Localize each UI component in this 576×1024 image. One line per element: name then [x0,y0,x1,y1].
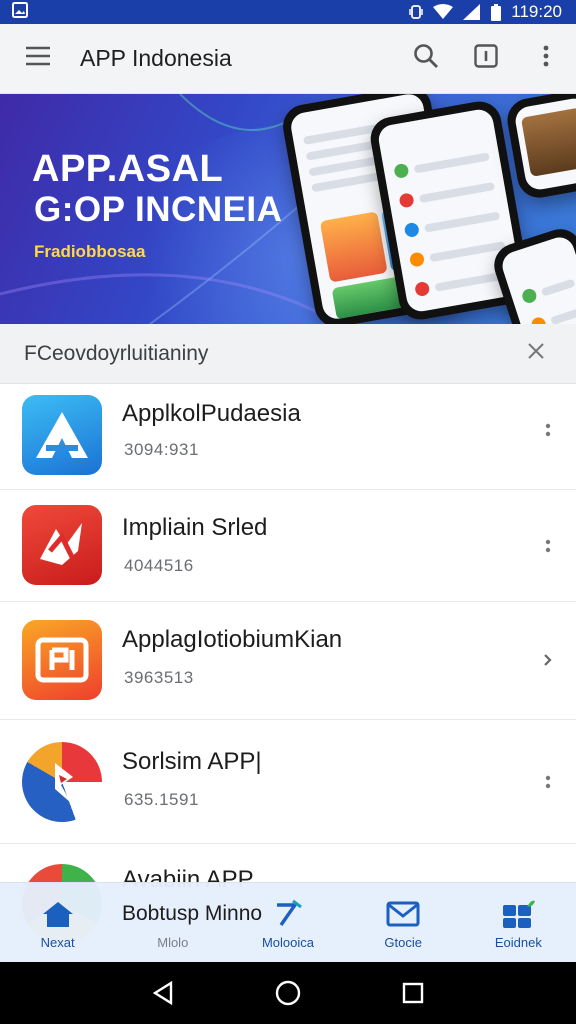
app-name: Sorlsim APP| [122,748,262,775]
app-list: ApplkolPudaesia 3094:931 Impliain Srled … [0,384,576,944]
menu-button[interactable] [16,37,60,81]
app-name: Impliain Srled [122,514,268,541]
signal-icon [463,4,481,20]
item-more-button[interactable] [530,764,566,800]
apps-icon [501,899,536,929]
recents-button[interactable] [389,969,437,1017]
app-download-count: 3094:931 [124,440,199,459]
pen-icon [271,899,305,929]
status-bar: 119:20 [0,0,576,24]
nav-label: Eoidnek [494,935,542,950]
back-button[interactable] [139,969,187,1017]
banner-title-line2: G:OP INCNEIA [34,190,283,229]
image-icon [12,1,28,23]
app-name: ApplagIotiobiumKian [122,626,343,653]
close-icon [528,343,544,364]
promo-banner[interactable]: APP.ASAL G:OP INCNEIA Fradiobbosaa [0,94,576,324]
section-title: FCeovdoyrluitianiny [24,341,209,365]
more-vert-icon [543,45,549,72]
app-name: ApplkolPudaesia [122,400,301,427]
a-logo-icon [22,395,102,475]
mail-icon [386,899,420,929]
item-more-button[interactable] [530,412,566,448]
recents-icon [403,982,424,1004]
list-item[interactable]: ApplkolPudaesia 3094:931 [0,384,576,490]
app-download-count: 4044516 [124,556,194,575]
vibrate-icon [409,4,424,20]
close-button[interactable] [520,338,552,370]
app-bar: APP Indonesia [0,24,576,94]
battery-icon [491,3,502,21]
nav-item-home[interactable]: Nexat [0,883,115,963]
nav-item-4[interactable]: Gtocie [346,883,461,963]
info-icon [474,44,498,73]
more-vert-icon [545,539,551,553]
app-download-count: 635.1591 [124,790,199,809]
back-icon [152,981,172,1005]
more-vert-icon [545,423,551,437]
more-vert-icon [545,775,551,789]
nav-label: Gtocie [384,935,422,950]
more-options-button[interactable] [524,37,568,81]
banner-title-line1: APP.ASAL [32,148,224,190]
page-title: APP Indonesia [80,45,232,71]
chevron-right-icon [544,654,552,666]
frame-logo-icon [22,620,102,700]
home-button[interactable] [264,969,312,1017]
list-item[interactable]: Impliain Srled 4044516 [0,490,576,602]
status-time: 119:20 [511,2,562,21]
info-button[interactable] [464,37,508,81]
splash-logo-icon [22,505,102,585]
search-icon [413,43,439,74]
system-navigation [0,962,576,1024]
nav-label: Mlolo [157,935,189,950]
search-button[interactable] [404,37,448,81]
flag-logo-icon [22,742,102,822]
app-download-count: 3963513 [124,668,194,687]
bottom-overlay-text: Bobtusp Minno [122,902,263,925]
item-more-button[interactable] [530,642,566,678]
item-more-button[interactable] [530,528,566,564]
nav-label: Molooica [261,935,314,950]
section-header: FCeovdoyrluitianiny [0,324,576,384]
menu-icon [25,46,51,71]
wifi-icon [433,4,454,20]
list-item[interactable]: ApplagIotiobiumKian 3963513 [0,602,576,720]
nav-item-5[interactable]: Eoidnek [461,883,576,963]
banner-subtitle: Fradiobbosaa [34,242,146,261]
home-icon [41,899,75,929]
bottom-navigation: Nexat Mlolo Molooica Gtocie Eoidnek [0,882,576,962]
list-item[interactable]: Sorlsim APP| 635.1591 [0,720,576,844]
nav-label: Nexat [40,935,75,950]
home-circle-icon [275,980,301,1006]
